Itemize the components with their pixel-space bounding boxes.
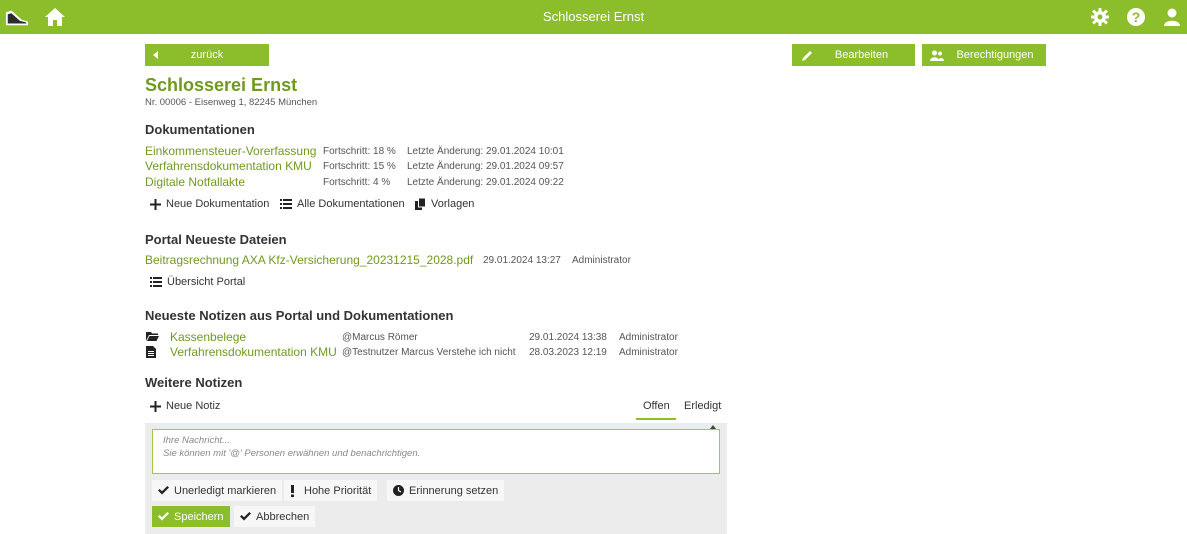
doc-progress: Fortschritt: 4 % (323, 177, 391, 188)
check-icon (158, 512, 169, 521)
note-user: Administrator (619, 332, 678, 343)
new-note-button[interactable]: Neue Notiz (150, 400, 220, 412)
pencil-icon (796, 50, 818, 61)
portal-file-date: 29.01.2024 13:27 (483, 255, 561, 266)
portal-heading: Portal Neueste Dateien (145, 232, 287, 247)
check-icon (240, 512, 251, 521)
list-icon (280, 199, 292, 209)
plus-icon (150, 400, 161, 412)
client-subtitle: Nr. 00006 - Eisenweg 1, 82245 München (145, 97, 318, 108)
active-tab-indicator (636, 418, 676, 420)
new-note-label: Neue Notiz (166, 400, 221, 412)
doc-progress: Fortschritt: 18 % (323, 146, 396, 157)
back-button-label: zurück (190, 49, 224, 61)
note-placeholder-line1: Ihre Nachricht... (163, 435, 231, 446)
all-documentations-label: Alle Dokumentationen (297, 198, 405, 210)
tab-done[interactable]: Erledigt (684, 400, 721, 412)
help-icon[interactable]: ? (1124, 5, 1148, 29)
doc-link[interactable]: Verfahrensdokumentation KMU (145, 159, 312, 173)
high-priority-button[interactable]: Hohe Priorität (284, 480, 378, 501)
new-documentation-button[interactable]: Neue Dokumentation (150, 198, 269, 210)
note-text: @Marcus Römer (342, 332, 418, 343)
permissions-button-label: Berechtigungen (956, 49, 1034, 61)
mark-undone-label: Unerledigt markieren (174, 484, 277, 497)
note-message-input[interactable]: Ihre Nachricht... Sie können mit '@' Per… (152, 429, 720, 474)
note-placeholder-line2: Sie können mit '@' Personen erwähnen und… (163, 448, 421, 459)
portal-overview-label: Übersicht Portal (167, 276, 246, 288)
app-title: Schlosserei Ernst (542, 9, 645, 24)
save-label: Speichern (174, 510, 224, 523)
caret-left-icon (145, 51, 167, 59)
note-text: @Testnutzer Marcus Verstehe ich nicht (342, 347, 516, 358)
svg-text:?: ? (1132, 9, 1141, 25)
list-icon (150, 277, 162, 287)
portal-file-link[interactable]: Beitragsrechnung AXA Kfz-Versicherung_20… (145, 253, 473, 267)
templates-label: Vorlagen (431, 198, 475, 210)
templates-button[interactable]: Vorlagen (415, 198, 474, 210)
doc-last-changed: Letzte Änderung: 29.01.2024 09:22 (407, 177, 564, 188)
new-documentation-label: Neue Dokumentation (166, 198, 270, 210)
clock-icon (393, 485, 404, 496)
page-title: Schlosserei Ernst (145, 75, 298, 95)
mark-undone-button[interactable]: Unerledigt markieren (152, 480, 283, 501)
docs-heading: Dokumentationen (145, 122, 255, 137)
note-user: Administrator (619, 347, 678, 358)
note-link[interactable]: Kassenbelege (170, 330, 246, 344)
cancel-button[interactable]: Abbrechen (234, 506, 316, 527)
save-button[interactable]: Speichern (152, 506, 230, 527)
high-priority-label: Hohe Priorität (304, 484, 372, 497)
note-date: 29.01.2024 13:38 (529, 332, 607, 343)
check-icon (158, 486, 169, 495)
folder-icon (146, 331, 159, 342)
back-button[interactable]: zurück (145, 44, 269, 66)
gear-icon[interactable] (1088, 5, 1112, 29)
copy-icon (415, 198, 426, 210)
doc-progress: Fortschritt: 15 % (323, 161, 396, 172)
doc-link[interactable]: Einkommensteuer-Vorerfassung (145, 144, 316, 158)
users-icon (926, 50, 948, 61)
portal-file-user: Administrator (572, 255, 631, 266)
note-link[interactable]: Verfahrensdokumentation KMU (170, 345, 337, 359)
all-documentations-button[interactable]: Alle Dokumentationen (280, 198, 405, 210)
reminder-button[interactable]: Erinnerung setzen (387, 480, 505, 501)
plus-icon (150, 198, 161, 210)
edit-button-label: Bearbeiten (834, 49, 889, 61)
tab-open[interactable]: Offen (643, 400, 670, 412)
reminder-label: Erinnerung setzen (409, 484, 499, 497)
edit-button[interactable]: Bearbeiten (792, 44, 915, 66)
doc-link[interactable]: Digitale Notfallakte (145, 175, 245, 189)
latest-notes-heading: Neueste Notizen aus Portal und Dokumenta… (145, 308, 454, 323)
exclamation-icon (290, 484, 295, 497)
portal-overview-button[interactable]: Übersicht Portal (150, 276, 245, 288)
doc-last-changed: Letzte Änderung: 29.01.2024 09:57 (407, 161, 564, 172)
user-icon[interactable] (1160, 5, 1184, 29)
permissions-button[interactable]: Berechtigungen (922, 44, 1046, 66)
doc-last-changed: Letzte Änderung: 29.01.2024 10:01 (407, 146, 564, 157)
note-date: 28.03.2023 12:19 (529, 347, 607, 358)
top-bar: Schlosserei Ernst ? (0, 0, 1187, 34)
document-icon (146, 346, 156, 358)
more-notes-heading: Weitere Notizen (145, 375, 243, 390)
cancel-label: Abbrechen (256, 510, 310, 523)
